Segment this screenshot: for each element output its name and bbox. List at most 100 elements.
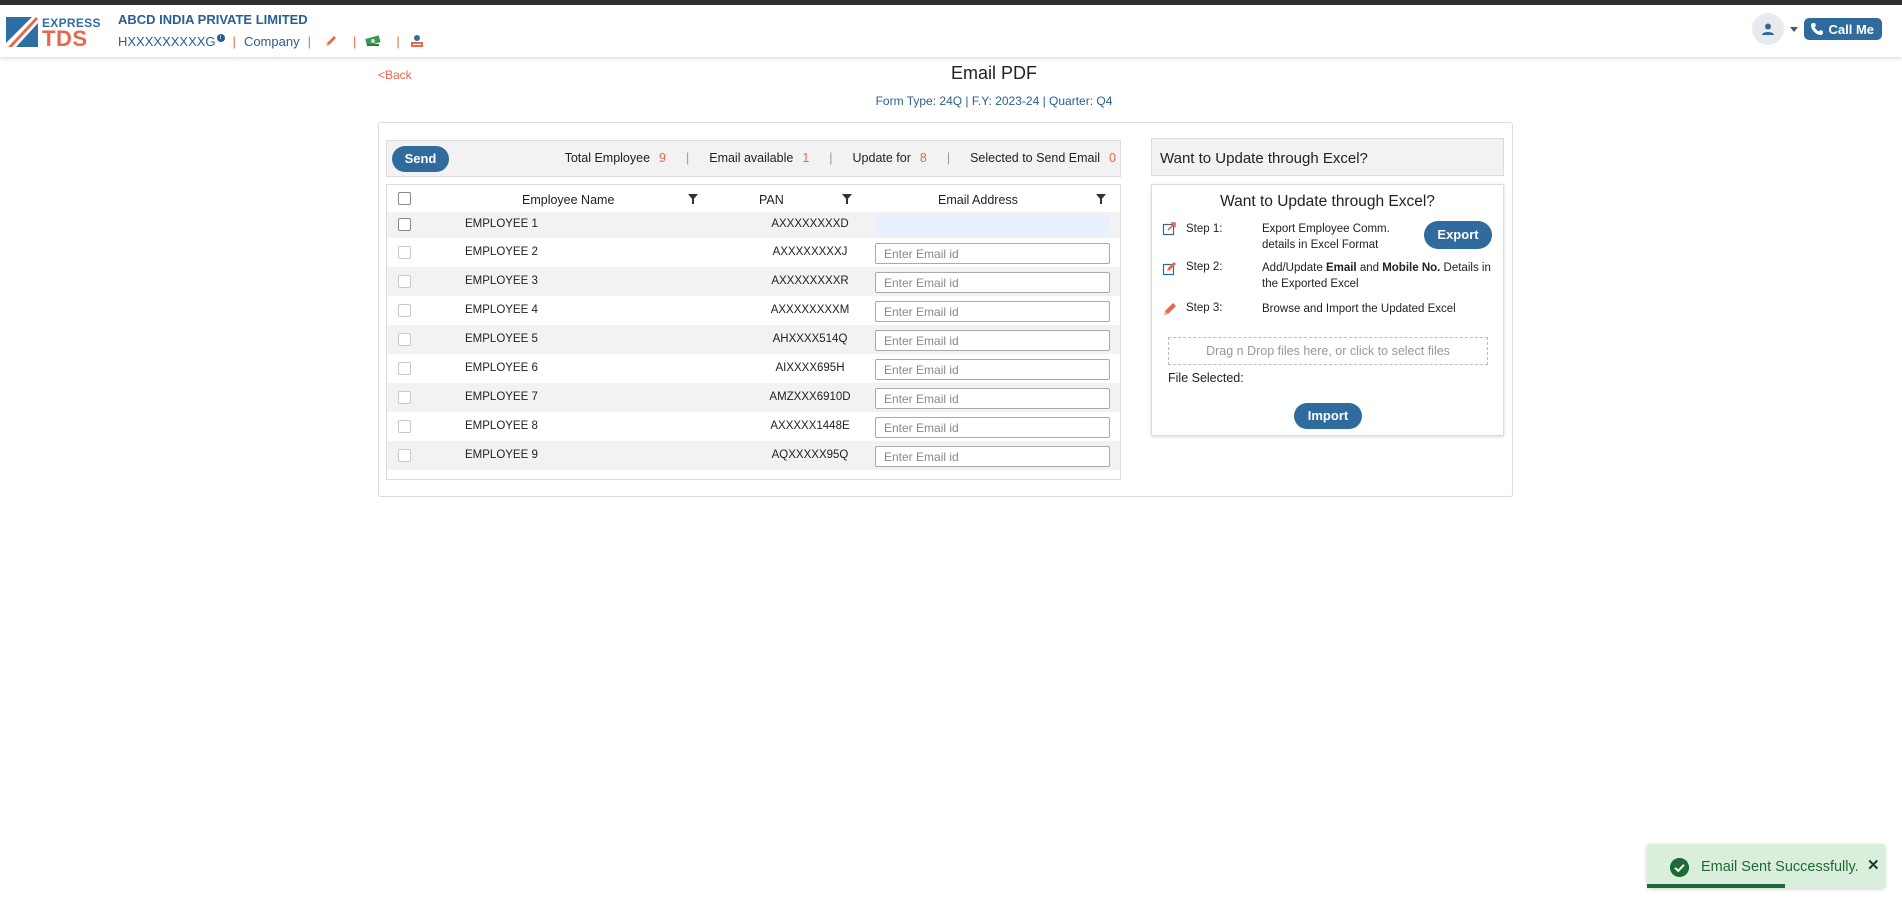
select-all-checkbox[interactable]: [398, 192, 411, 205]
selected-count: Selected to Send Email 0: [970, 151, 1116, 165]
chevron-down-icon[interactable]: [1790, 26, 1799, 32]
row-checkbox[interactable]: [398, 275, 411, 288]
table-row: EMPLOYEE 1 AXXXXXXXXD: [387, 212, 1120, 238]
company-subnav: HXXXXXXXXXG i | Company | | |: [118, 33, 426, 49]
employee-name: EMPLOYEE 6: [465, 362, 538, 374]
email-input[interactable]: [875, 417, 1110, 438]
employee-pan: AXXXXXXXXR: [771, 275, 849, 287]
company-name: ABCD INDIA PRIVATE LIMITED: [118, 12, 308, 27]
count-summary: Total Employee 9 | Email available 1 | Upd…: [565, 151, 1116, 165]
column-header-email-address[interactable]: Email Address: [938, 193, 1018, 207]
export-button[interactable]: Export: [1424, 221, 1492, 249]
step-2-label: Step 2:: [1186, 261, 1223, 273]
phone-icon: [1811, 23, 1824, 35]
excel-update-header: Want to Update through Excel?: [1151, 138, 1504, 176]
call-me-label: Call Me: [1828, 21, 1874, 37]
divider: |: [685, 151, 690, 165]
form-info: Form Type: 24Q | F.Y: 2023-24 | Quarter:…: [875, 94, 1113, 108]
email-input[interactable]: [875, 215, 1110, 236]
excel-card-title: Want to Update through Excel?: [1220, 193, 1435, 210]
employee-name: EMPLOYEE 1: [465, 218, 538, 230]
send-button[interactable]: Send: [392, 146, 449, 172]
separator: |: [396, 33, 400, 49]
employee-pan: AXXXXXXXXD: [771, 218, 849, 230]
employee-name: EMPLOYEE 8: [465, 420, 538, 432]
employee-name: EMPLOYEE 3: [465, 275, 538, 287]
table-row: EMPLOYEE 3 AXXXXXXXXR: [387, 267, 1120, 296]
filter-icon[interactable]: [842, 194, 852, 204]
column-header-pan[interactable]: PAN: [759, 193, 784, 207]
employee-pan: AMZXXX6910D: [769, 391, 851, 403]
success-toast: Email Sent Successfully. ✕: [1647, 844, 1885, 888]
employee-name: EMPLOYEE 5: [465, 333, 538, 345]
email-input[interactable]: [875, 330, 1110, 351]
pencil-icon[interactable]: [323, 33, 339, 49]
email-input[interactable]: [875, 446, 1110, 467]
money-icon[interactable]: [364, 33, 382, 49]
employee-pan: AXXXXXXXXM: [770, 304, 850, 316]
express-tds-logo[interactable]: EXPRESS TDS: [6, 13, 102, 51]
divider: |: [946, 151, 951, 165]
table-row: EMPLOYEE 8 AXXXXX1448E: [387, 412, 1120, 441]
user-avatar[interactable]: [1752, 13, 1785, 45]
divider: |: [829, 151, 833, 165]
excel-update-card: Want to Update through Excel? Step 1: Ex…: [1151, 184, 1504, 436]
app-header: EXPRESS TDS ABCD INDIA PRIVATE LIMITED H…: [0, 5, 1902, 57]
step-2-text: Add/Update Email and Mobile No. Details …: [1262, 262, 1491, 290]
table-row: EMPLOYEE 4 AXXXXXXXXM: [387, 296, 1120, 325]
separator: |: [232, 33, 236, 49]
employee-pan: AQXXXXX95Q: [771, 449, 849, 461]
table-row: EMPLOYEE 7 AMZXXX6910D: [387, 383, 1120, 412]
separator: |: [352, 33, 357, 49]
file-dropzone[interactable]: Drag n Drop files here, or click to sele…: [1168, 337, 1488, 365]
employee-name: EMPLOYEE 2: [465, 246, 538, 258]
info-icon[interactable]: i: [216, 33, 225, 42]
step-3-label: Step 3:: [1186, 302, 1223, 314]
edit-step-icon: [1162, 262, 1176, 276]
total-employee-count: Total Employee 9: [564, 151, 666, 165]
table-row: EMPLOYEE 2 AXXXXXXXXJ: [387, 238, 1120, 267]
table-row: EMPLOYEE 9 AQXXXXX95Q: [387, 441, 1120, 470]
call-me-button[interactable]: Call Me: [1804, 18, 1882, 40]
row-checkbox[interactable]: [398, 362, 411, 375]
row-checkbox[interactable]: [398, 304, 411, 317]
export-step-icon: [1162, 222, 1176, 236]
user-icon: [1762, 23, 1775, 35]
table-row: EMPLOYEE 5 AHXXXX514Q: [387, 325, 1120, 354]
row-checkbox[interactable]: [398, 420, 411, 433]
toast-message: Email Sent Successfully.: [1701, 859, 1859, 875]
pencil-icon: [1164, 303, 1176, 315]
employee-pan: AIXXXX695H: [775, 362, 845, 374]
separator: |: [307, 33, 311, 49]
close-icon[interactable]: ✕: [1867, 856, 1880, 874]
form-icon[interactable]: [408, 33, 426, 49]
file-selected-label: File Selected:: [1168, 371, 1244, 385]
email-input[interactable]: [875, 359, 1110, 380]
employee-pan: AXXXXXXXXJ: [772, 246, 848, 258]
row-checkbox[interactable]: [398, 246, 411, 259]
row-checkbox[interactable]: [398, 218, 411, 231]
filter-icon[interactable]: [1096, 194, 1106, 204]
step-1-label: Step 1:: [1186, 223, 1223, 235]
excel-update-header-text: Want to Update through Excel?: [1160, 150, 1368, 167]
email-input[interactable]: [875, 388, 1110, 409]
row-checkbox[interactable]: [398, 391, 411, 404]
employee-pan: AXXXXX1448E: [770, 420, 850, 432]
row-checkbox[interactable]: [398, 449, 411, 462]
tan-number: HXXXXXXXXXG i: [118, 33, 225, 49]
filter-icon[interactable]: [688, 194, 698, 204]
employee-name: EMPLOYEE 9: [465, 449, 538, 461]
update-for-count: Update for 8: [852, 151, 927, 165]
employee-name: EMPLOYEE 4: [465, 304, 538, 316]
import-button[interactable]: Import: [1294, 403, 1362, 429]
header-right: Call Me: [1752, 13, 1882, 45]
email-input[interactable]: [875, 243, 1110, 264]
email-input[interactable]: [875, 301, 1110, 322]
toast-progress-bar: [1647, 884, 1785, 888]
logo-tds-text: TDS: [42, 26, 88, 51]
row-checkbox[interactable]: [398, 333, 411, 346]
email-input[interactable]: [875, 272, 1110, 293]
column-header-employee-name[interactable]: Employee Name: [522, 193, 614, 207]
email-toolbar: Send Total Employee 9 | Email available 1 …: [386, 140, 1121, 177]
company-link[interactable]: Company: [244, 34, 300, 49]
